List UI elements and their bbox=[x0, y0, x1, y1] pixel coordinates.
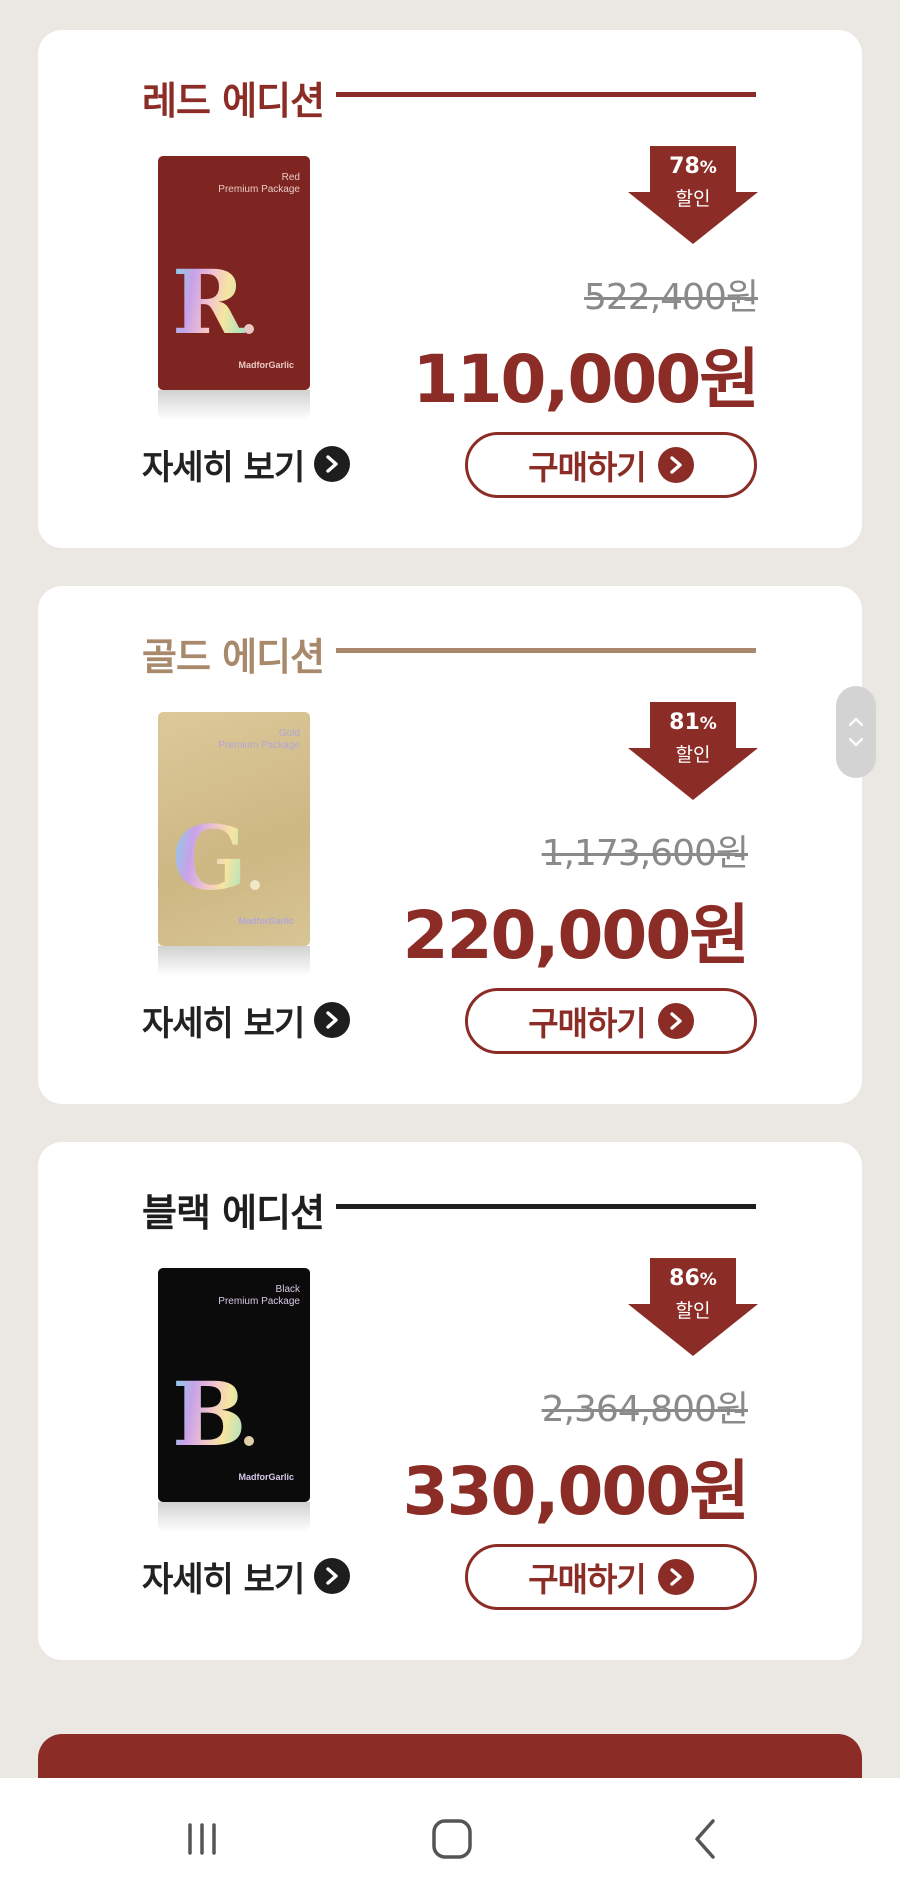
discount-badge: 81% 할인 bbox=[628, 702, 758, 800]
image-reflection bbox=[158, 390, 310, 420]
chevron-right-circle-icon bbox=[657, 447, 694, 483]
view-details-link[interactable]: 자세히 보기 bbox=[142, 442, 351, 488]
chevron-right-circle-icon bbox=[657, 1559, 694, 1595]
discount-percent: 78% bbox=[669, 154, 717, 179]
chevron-up-icon[interactable] bbox=[848, 717, 864, 727]
home-button[interactable] bbox=[392, 1778, 512, 1900]
package-name: Red Premium Package bbox=[218, 172, 300, 195]
system-nav-bar bbox=[0, 1778, 900, 1900]
buy-button-label: 구매하기 bbox=[528, 449, 646, 486]
title-divider bbox=[336, 92, 756, 97]
title-divider bbox=[336, 648, 756, 653]
view-details-label: 자세히 보기 bbox=[142, 447, 305, 488]
scroll-handle[interactable] bbox=[836, 686, 876, 778]
package-brand: MadforGarlic bbox=[238, 360, 294, 370]
view-details-label: 자세히 보기 bbox=[142, 1559, 305, 1600]
recent-apps-button[interactable] bbox=[142, 1778, 262, 1900]
title-divider bbox=[336, 1204, 756, 1209]
card-title: 레드 에디션 bbox=[142, 79, 325, 123]
chevron-right-circle-icon bbox=[314, 1558, 351, 1594]
home-icon bbox=[432, 1819, 472, 1859]
discount-label: 할인 bbox=[675, 188, 711, 210]
chevron-right-circle-icon bbox=[657, 1003, 694, 1039]
sale-price: 110,000원 bbox=[412, 341, 760, 418]
discount-label: 할인 bbox=[675, 1300, 711, 1322]
back-button[interactable] bbox=[646, 1778, 766, 1900]
chevron-right-circle-icon bbox=[314, 446, 351, 482]
package-dot bbox=[244, 1436, 254, 1446]
discount-label: 할인 bbox=[675, 744, 711, 766]
product-card-gold: 골드 에디션 Gold Premium Package G MadforGarl… bbox=[38, 586, 862, 1104]
view-details-link[interactable]: 자세히 보기 bbox=[142, 1554, 351, 1600]
original-price: 1,173,600원 bbox=[541, 833, 749, 874]
package-brand: MadforGarlic bbox=[238, 1472, 294, 1482]
package-brand: MadforGarlic bbox=[238, 916, 294, 926]
view-details-label: 자세히 보기 bbox=[142, 1003, 305, 1044]
package-dot bbox=[244, 324, 254, 334]
product-image[interactable]: Gold Premium Package G MadforGarlic bbox=[158, 712, 310, 946]
card-title: 골드 에디션 bbox=[142, 635, 325, 679]
chevron-right-circle-icon bbox=[314, 1002, 351, 1038]
product-image[interactable]: Red Premium Package R MadforGarlic bbox=[158, 156, 310, 390]
buy-button[interactable]: 구매하기 bbox=[465, 432, 757, 498]
discount-percent: 81% bbox=[669, 710, 717, 735]
package-name: Gold Premium Package bbox=[218, 728, 300, 751]
product-image[interactable]: Black Premium Package B MadforGarlic bbox=[158, 1268, 310, 1502]
package-letter: R bbox=[172, 250, 246, 354]
package-dot bbox=[250, 880, 260, 890]
buy-button-label: 구매하기 bbox=[528, 1561, 646, 1598]
discount-badge: 78% 할인 bbox=[628, 146, 758, 244]
chevron-down-icon[interactable] bbox=[848, 737, 864, 747]
product-card-red: 레드 에디션 Red Premium Package R MadforGarli… bbox=[38, 30, 862, 548]
card-title: 블랙 에디션 bbox=[142, 1191, 325, 1235]
image-reflection bbox=[158, 946, 310, 976]
back-icon bbox=[695, 1819, 715, 1859]
package-letter: G bbox=[172, 806, 248, 910]
discount-percent: 86% bbox=[669, 1266, 717, 1291]
recent-apps-icon bbox=[188, 1823, 216, 1855]
original-price: 522,400원 bbox=[584, 277, 759, 318]
buy-button-label: 구매하기 bbox=[528, 1005, 646, 1042]
view-details-link[interactable]: 자세히 보기 bbox=[142, 998, 351, 1044]
sale-price: 330,000원 bbox=[402, 1453, 750, 1530]
buy-button[interactable]: 구매하기 bbox=[465, 988, 757, 1054]
discount-badge: 86% 할인 bbox=[628, 1258, 758, 1356]
sale-price: 220,000원 bbox=[402, 897, 750, 974]
original-price: 2,364,800원 bbox=[541, 1389, 749, 1430]
package-name: Black Premium Package bbox=[218, 1284, 300, 1307]
image-reflection bbox=[158, 1502, 310, 1532]
package-letter: B bbox=[172, 1362, 247, 1466]
buy-button[interactable]: 구매하기 bbox=[465, 1544, 757, 1610]
product-card-black: 블랙 에디션 Black Premium Package B MadforGar… bbox=[38, 1142, 862, 1660]
